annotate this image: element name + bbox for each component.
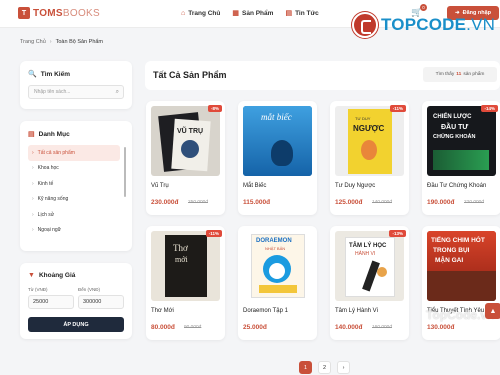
product-name[interactable]: Vũ Trụ xyxy=(151,183,169,189)
product-price: 80.000đ xyxy=(151,324,175,331)
price-from-input[interactable]: 25000 xyxy=(28,295,74,309)
book-cover-image[interactable]: mắt biếc xyxy=(243,106,312,176)
result-count: Tìm thấy 11 sản phẩm xyxy=(423,67,497,82)
discount-badge: -8% xyxy=(207,105,222,112)
book-cover-image[interactable]: TÂM LÝ HỌC HÀNH VI xyxy=(335,231,404,301)
category-item-all[interactable]: › Tất cả sản phẩm xyxy=(28,145,120,161)
product-card[interactable]: TÂM LÝ HỌC HÀNH VI -13% Tâm Lý Hành Vi 1… xyxy=(330,226,409,340)
chevron-right-icon: › xyxy=(32,227,34,234)
apply-filter-button[interactable]: ÁP DỤNG xyxy=(28,317,124,332)
product-name[interactable]: Doraemon Tập 1 xyxy=(243,308,288,314)
category-list: › Tất cả sản phẩm › Khoa học › Kinh tế › Kỹ … xyxy=(28,145,120,238)
main-nav: ⌂ Trang Chủ ▦ Sản Phẩm ▤ Tin Tức xyxy=(181,9,319,18)
product-old-price: 140.000đ xyxy=(372,200,393,205)
price-panel: ▼ Khoảng Giá Từ (VNĐ) Đến (VNĐ) 25000 30… xyxy=(20,263,132,339)
category-panel-title: Danh Mục xyxy=(38,130,70,138)
product-card[interactable]: mắt biếc Mắt Biếc 115.000đ xyxy=(238,101,317,215)
chevron-right-icon: › xyxy=(32,149,34,156)
category-scrollbar[interactable] xyxy=(124,147,126,197)
price-to-input[interactable]: 300000 xyxy=(78,295,124,309)
logo-mark: T xyxy=(18,7,30,19)
page-title: Tất Cả Sản Phẩm xyxy=(153,70,227,80)
product-price: 125.000đ xyxy=(335,199,363,206)
book-cover-image[interactable]: VŨ TRỤ xyxy=(151,106,220,176)
watermark-logo: TOPCODE.VN xyxy=(352,12,495,38)
chevron-right-icon: › xyxy=(32,196,34,203)
product-old-price: 220.000đ xyxy=(464,200,485,205)
category-panel: ▤ Danh Mục › Tất cả sản phẩm › Khoa học › K… xyxy=(20,121,132,251)
chevron-right-icon: › xyxy=(32,165,34,172)
discount-badge: -11% xyxy=(205,230,222,237)
nav-home[interactable]: ⌂ Trang Chủ xyxy=(181,9,220,17)
scroll-to-top-button[interactable]: ▲ xyxy=(485,303,500,319)
breadcrumb-home[interactable]: Trang Chủ xyxy=(20,39,46,45)
product-name[interactable]: Thơ Mới xyxy=(151,308,174,314)
discount-badge: -11% xyxy=(389,105,406,112)
product-card[interactable]: VŨ TRỤ -8% Vũ Trụ 230.000đ 250.000đ xyxy=(146,101,225,215)
discount-badge: -13% xyxy=(389,230,406,237)
list-icon: ▤ xyxy=(28,131,35,138)
product-name[interactable]: Tư Duy Ngược xyxy=(335,183,375,189)
product-price: 140.000đ xyxy=(335,324,363,331)
category-item-history[interactable]: › Lịch sử xyxy=(28,207,120,223)
product-old-price: 250.000đ xyxy=(188,200,209,205)
arrow-up-icon: ▲ xyxy=(489,307,497,315)
product-price: 25.000đ xyxy=(243,324,267,331)
product-card[interactable]: DORAEMON NHẬT BẢN Doraemon Tập 1 25.000đ xyxy=(238,226,317,340)
grid-icon: ▦ xyxy=(232,10,239,17)
product-old-price: 160.000đ xyxy=(372,325,393,330)
category-item-languages[interactable]: › Ngoại ngữ xyxy=(28,223,120,239)
cart-count-badge: 0 xyxy=(420,4,427,11)
chevron-right-icon: › xyxy=(32,180,34,187)
book-cover-image[interactable]: TƯ DUY NGƯỢC xyxy=(335,106,404,176)
breadcrumb: Trang Chủ › Toàn Bộ Sản Phẩm xyxy=(20,39,104,45)
price-panel-title: Khoảng Giá xyxy=(38,272,76,279)
watermark-icon xyxy=(352,12,378,38)
search-icon: 🔍 xyxy=(28,71,37,78)
product-name[interactable]: Đầu Tư Chứng Khoán xyxy=(427,183,486,189)
search-submit-icon[interactable]: ⌕ xyxy=(116,89,119,96)
product-name[interactable]: Mắt Biếc xyxy=(243,183,266,189)
products-title-bar: Tất Cả Sản Phẩm Tìm thấy 11 sản phẩm xyxy=(145,61,500,90)
category-item-life-skills[interactable]: › Kỹ năng sống xyxy=(28,192,120,208)
search-input[interactable]: Nhập tên sách... ⌕ xyxy=(28,85,124,99)
product-card[interactable]: Thơ mới -11% Thơ Mới 80.000đ 90.000đ xyxy=(146,226,225,340)
product-price: 130.000đ xyxy=(427,324,455,331)
product-card[interactable]: TIẾNG CHIM HÓT TRONG BỤI MẬN GAI Tiểu Th… xyxy=(422,226,500,340)
book-cover-image[interactable]: DORAEMON NHẬT BẢN xyxy=(243,231,312,301)
product-price: 190.000đ xyxy=(427,199,455,206)
product-price: 230.000đ xyxy=(151,199,179,206)
product-old-price: 90.000đ xyxy=(184,325,202,330)
page-1-button[interactable]: 1 xyxy=(299,361,312,374)
next-page-button[interactable]: › xyxy=(337,361,350,374)
category-item-economics[interactable]: › Kinh tế xyxy=(28,176,120,192)
nav-news[interactable]: ▤ Tin Tức xyxy=(285,9,318,18)
chevron-right-icon: › xyxy=(32,211,34,218)
nav-products[interactable]: ▦ Sản Phẩm xyxy=(232,9,273,18)
news-icon: ▤ xyxy=(285,10,293,17)
product-price: 115.000đ xyxy=(243,199,271,206)
price-from-label: Từ (VNĐ) xyxy=(28,287,48,292)
product-card[interactable]: TƯ DUY NGƯỢC -11% Tư Duy Ngược 125.000đ … xyxy=(330,101,409,215)
category-item-science[interactable]: › Khoa học xyxy=(28,161,120,177)
book-cover-image[interactable]: TIẾNG CHIM HÓT TRONG BỤI MẬN GAI xyxy=(427,231,496,301)
home-icon: ⌂ xyxy=(181,9,186,17)
filter-icon: ▼ xyxy=(28,272,35,279)
product-card[interactable]: CHIẾN LƯỢC ĐẦU TƯ CHỨNG KHOÁN -14% Đầu T… xyxy=(422,101,500,215)
logo-text: TOMSBOOKS xyxy=(33,7,100,19)
product-name[interactable]: Tâm Lý Hành Vi xyxy=(335,308,378,314)
search-panel-title: Tìm Kiếm xyxy=(40,70,70,78)
page-2-button[interactable]: 2 xyxy=(318,361,331,374)
discount-badge: -14% xyxy=(481,105,498,112)
book-cover-image[interactable]: CHIẾN LƯỢC ĐẦU TƯ CHỨNG KHOÁN xyxy=(427,106,496,176)
brand-logo[interactable]: T TOMSBOOKS xyxy=(18,7,100,19)
breadcrumb-current: Toàn Bộ Sản Phẩm xyxy=(55,39,104,45)
price-to-label: Đến (VNĐ) xyxy=(78,287,101,292)
search-panel: 🔍 Tìm Kiếm Nhập tên sách... ⌕ xyxy=(20,61,132,109)
book-cover-image[interactable]: Thơ mới xyxy=(151,231,220,301)
